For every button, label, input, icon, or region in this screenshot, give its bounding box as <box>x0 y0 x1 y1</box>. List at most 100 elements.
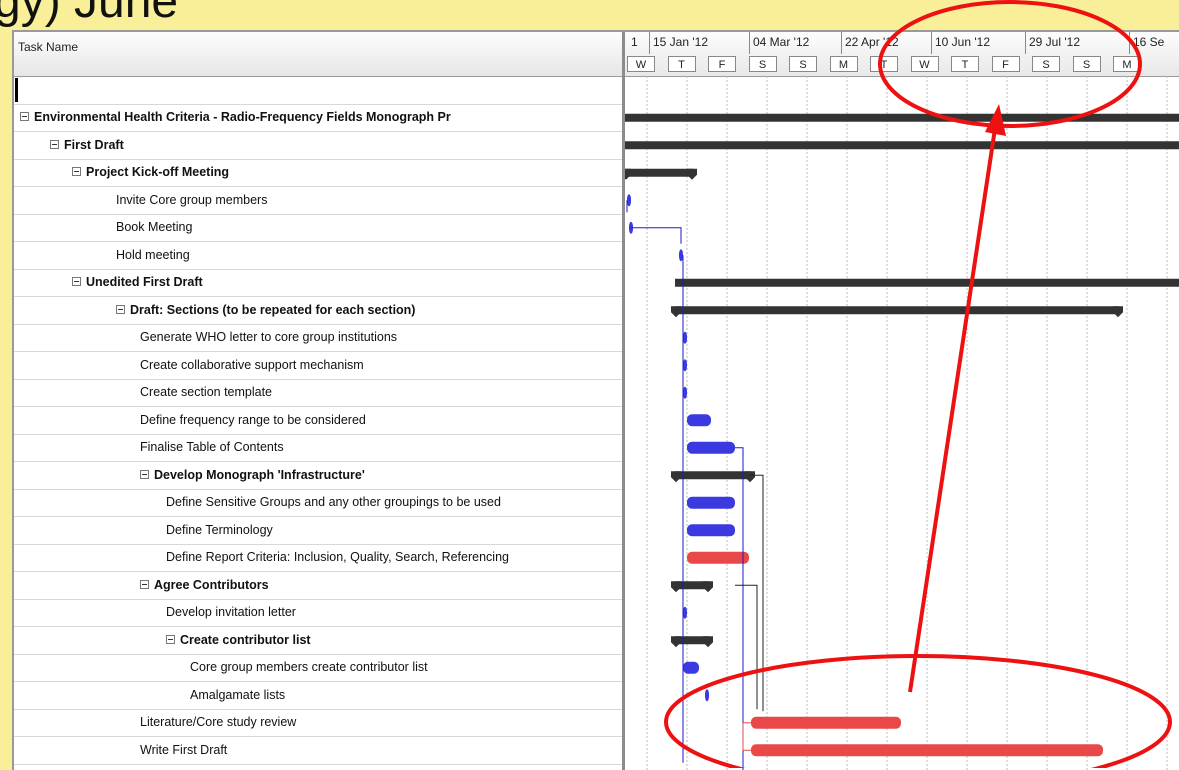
dependency-link[interactable] <box>742 722 751 751</box>
task-row[interactable]: Define frequency range to be considered <box>14 407 622 435</box>
timescale-day-label: T <box>667 56 696 72</box>
task-row[interactable]: Unedited First Draft <box>14 269 622 297</box>
task-row[interactable]: Create contributor list <box>14 627 622 655</box>
task-row[interactable]: Create section template <box>14 379 622 407</box>
task-row[interactable]: Develop Monograph 'Infrastructure' <box>14 462 622 490</box>
critical-task-bar[interactable] <box>751 716 901 729</box>
collapse-toggle-icon[interactable] <box>20 112 29 121</box>
task-name: Define Report Criteria: Inclusion, Quali… <box>166 550 509 564</box>
dependency-link[interactable] <box>735 584 758 710</box>
task-name-column-header[interactable]: Task Name <box>14 32 622 77</box>
gantt-chart <box>625 76 1179 770</box>
collapse-toggle-icon[interactable] <box>50 139 59 149</box>
summary-bar[interactable] <box>625 168 693 177</box>
summary-end-cap[interactable] <box>1113 306 1123 318</box>
summary-end-cap[interactable] <box>703 636 713 648</box>
collapse-toggle-icon[interactable] <box>140 469 149 479</box>
timescale-header: 1 15 Jan '12 04 Mar '12 22 Apr '12 10 Jun '1… <box>625 32 1179 77</box>
task-row[interactable]: Define Report Criteria: Inclusion, Quali… <box>14 544 622 572</box>
task-bar[interactable] <box>687 414 711 427</box>
task-bar[interactable] <box>705 689 709 702</box>
task-name: Generate WHO letter to core group instit… <box>140 330 398 344</box>
summary-start-cap[interactable] <box>625 168 631 180</box>
task-name: Book Meeting <box>116 220 193 234</box>
dependency-link[interactable] <box>735 447 744 770</box>
timescale-day-label: T <box>951 56 979 72</box>
task-bar[interactable] <box>683 386 687 399</box>
summary-bar[interactable] <box>675 306 1119 315</box>
summary-end-cap[interactable] <box>745 471 755 483</box>
critical-task-bar[interactable] <box>687 551 749 564</box>
task-row[interactable]: Define Sensitive Groups and any other gr… <box>14 489 622 517</box>
task-name: Write First Draft <box>140 742 228 757</box>
task-name-header-label: Task Name <box>18 40 79 54</box>
task-row[interactable]: Develop invitation letter <box>14 599 622 627</box>
timescale-period-label: 1 <box>631 35 638 49</box>
task-name: Agree Contributors <box>154 577 269 592</box>
timescale-separator <box>1025 32 1026 54</box>
critical-task-bar[interactable] <box>751 744 1103 757</box>
timescale-period-label: 29 Jul '12 <box>1029 35 1080 49</box>
task-bar[interactable] <box>683 661 699 674</box>
dependency-link[interactable] <box>749 474 764 712</box>
task-row[interactable]: Agree Contributors <box>14 572 622 600</box>
task-bar[interactable] <box>683 331 687 344</box>
timescale-day-label: S <box>1072 56 1101 72</box>
summary-bar-unedited[interactable] <box>675 278 1179 287</box>
task-row[interactable]: Invite Core group members <box>14 187 622 215</box>
task-bar[interactable] <box>687 441 735 454</box>
task-name: Draft: Sections (to be repeated for each… <box>130 302 416 317</box>
task-bar[interactable] <box>627 194 631 207</box>
task-name: Develop invitation letter <box>166 605 296 619</box>
gantt-view: Task Name Environmental Health Criteria … <box>12 30 1179 770</box>
timescale-separator <box>931 32 932 54</box>
task-row[interactable]: Write First Draft <box>14 737 622 765</box>
task-name: Develop Monograph 'Infrastructure' <box>154 467 365 482</box>
task-row[interactable]: Draft: Sections (to be repeated for each… <box>14 297 622 325</box>
collapse-toggle-icon[interactable] <box>140 579 149 589</box>
collapse-toggle-icon[interactable] <box>116 304 125 314</box>
task-row[interactable]: Hold meeting <box>14 242 622 270</box>
task-bar[interactable] <box>687 496 735 509</box>
timescale-period-label: 10 Jun '12 <box>935 35 991 49</box>
summary-start-cap[interactable] <box>671 471 681 483</box>
task-name: Invite Core group members <box>116 192 268 207</box>
dependency-link[interactable] <box>631 227 682 244</box>
task-row[interactable]: Finalise Table of Contents <box>14 434 622 462</box>
timescale-separator <box>1129 32 1130 54</box>
task-bar[interactable] <box>683 606 687 619</box>
task-row[interactable]: Book Meeting <box>14 214 622 242</box>
summary-end-cap[interactable] <box>687 168 697 180</box>
timescale-day-label: W <box>910 56 939 72</box>
summary-start-cap[interactable] <box>671 581 681 593</box>
timescale-period-label: 15 Jan '12 <box>653 35 709 49</box>
task-row[interactable]: First Draft <box>14 132 622 160</box>
task-name: Define frequency range to be considered <box>140 412 366 427</box>
summary-end-cap[interactable] <box>703 581 713 593</box>
blank-row[interactable] <box>14 76 622 105</box>
task-row[interactable]: Literature/Core study review <box>14 709 622 737</box>
task-row[interactable]: Project Kick-off Meeting <box>14 159 622 187</box>
summary-bar[interactable] <box>675 471 751 480</box>
task-row[interactable]: Environmental Health Criteria - Radio-Fr… <box>14 104 622 132</box>
selection-cursor <box>15 78 18 102</box>
task-bar[interactable] <box>687 524 735 537</box>
collapse-toggle-icon[interactable] <box>72 277 81 286</box>
collapse-toggle-icon[interactable] <box>166 634 175 644</box>
task-name: Define Sensitive Groups and any other gr… <box>166 495 501 509</box>
task-table: Task Name Environmental Health Criteria … <box>14 32 625 770</box>
summary-start-cap[interactable] <box>671 306 681 318</box>
summary-bar-project[interactable] <box>625 113 1179 122</box>
task-row[interactable]: Generate WHO letter to core group instit… <box>14 324 622 352</box>
summary-start-cap[interactable] <box>671 636 681 648</box>
task-name: Unedited First Draft <box>86 275 203 289</box>
task-bar[interactable] <box>679 249 683 262</box>
task-name: Amalgamate lists <box>190 687 286 702</box>
task-row[interactable]: Create collaborative support mechanism <box>14 352 622 380</box>
task-row[interactable]: Amalgamate lists <box>14 682 622 710</box>
task-row[interactable]: Define Terminology <box>14 517 622 545</box>
task-row[interactable]: Core group members create contributor li… <box>14 654 622 682</box>
summary-bar-first-draft[interactable] <box>625 141 1179 150</box>
collapse-toggle-icon[interactable] <box>72 167 81 176</box>
task-bar[interactable] <box>683 359 687 372</box>
